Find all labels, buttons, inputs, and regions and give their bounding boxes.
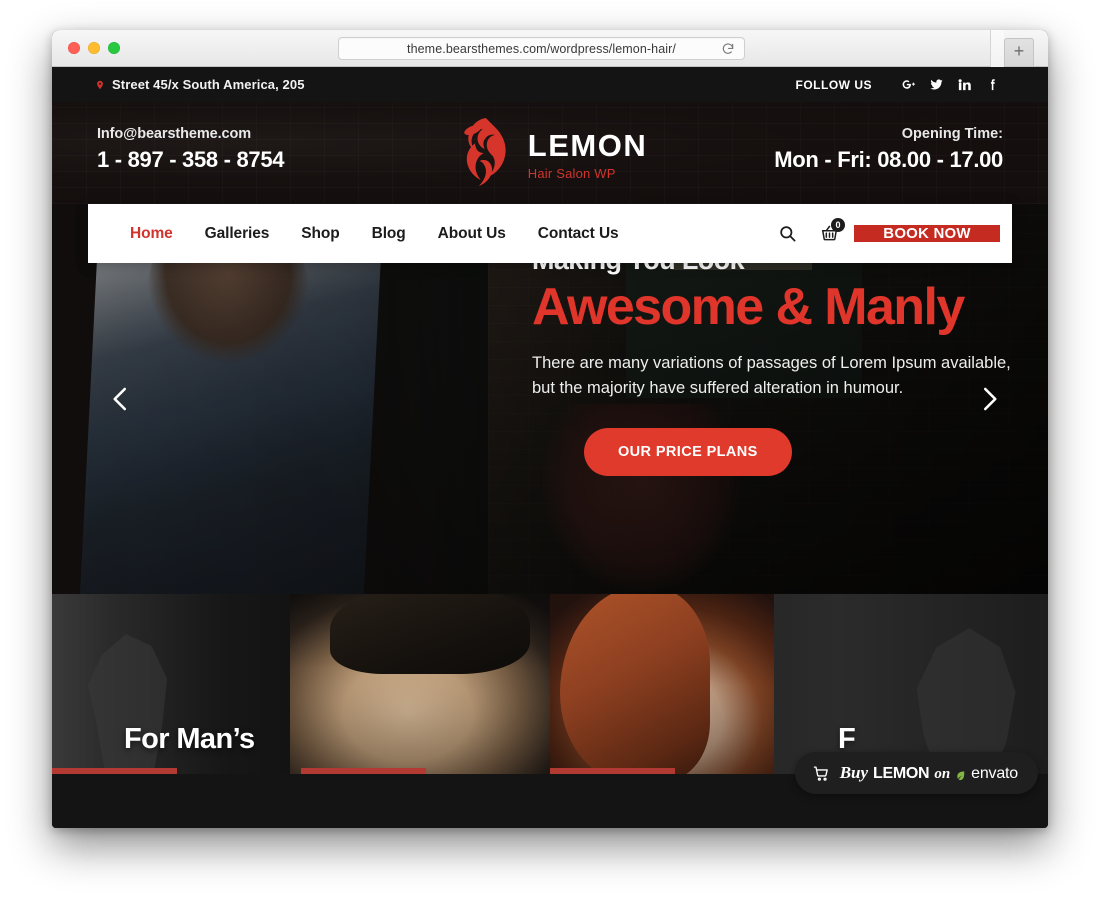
hero-title: Awesome & Manly: [532, 277, 965, 336]
site-logo-tagline: Hair Salon WP: [527, 166, 616, 181]
envato-on-word: on: [934, 766, 951, 782]
chevron-left-icon[interactable]: [100, 378, 142, 420]
nav-item-galleries[interactable]: Galleries: [189, 204, 286, 263]
woman-hair-decor: [560, 594, 710, 774]
envato-product: LEMON: [873, 765, 930, 782]
nav-item-about-us[interactable]: About Us: [422, 204, 522, 263]
stripe-4: [426, 768, 551, 774]
nav-item-shop[interactable]: Shop: [285, 204, 355, 263]
buy-on-envato-badge[interactable]: Buy LEMON on envato: [794, 752, 1038, 794]
envato-buy-word: Buy: [839, 763, 869, 782]
browser-chrome-bar: theme.bearsthemes.com/wordpress/lemon-ha…: [52, 30, 1048, 67]
stripe-1: [52, 768, 177, 774]
service-card-mans[interactable]: For Man’s: [52, 594, 550, 774]
lemon-hair-woman-logo-icon: [453, 116, 515, 188]
header-email[interactable]: Info@bearstheme.com: [97, 126, 284, 142]
envato-leaf-icon: [955, 768, 966, 780]
service-label-mans: For Man’s: [124, 723, 255, 755]
window-traffic-lights: [68, 42, 120, 54]
page-viewport: Street 45/x South America, 205 FOLLOW US: [52, 67, 1048, 828]
main-navigation: Home Galleries Shop Blog About Us Contac…: [88, 204, 1012, 263]
nav-item-contact-us[interactable]: Contact Us: [522, 204, 635, 263]
reload-icon[interactable]: [721, 42, 735, 56]
header-hours-block: Opening Time: Mon - Fri: 08.00 - 17.00: [774, 126, 1003, 173]
close-window-button[interactable]: [68, 42, 80, 54]
browser-window: theme.bearsthemes.com/wordpress/lemon-ha…: [52, 30, 1048, 828]
envato-badge-text: Buy LEMON on envato: [839, 763, 1019, 783]
stripe-2: [177, 768, 302, 774]
search-icon[interactable]: [770, 204, 804, 263]
opening-time-hours: Mon - Fri: 08.00 - 17.00: [774, 147, 1003, 172]
site-address: Street 45/x South America, 205: [95, 77, 305, 92]
man-hair-decor: [330, 594, 530, 674]
new-tab-button[interactable]: +: [1004, 38, 1034, 66]
site-logo-text: LEMON Hair Salon WP: [528, 124, 647, 180]
header-contact-block: Info@bearstheme.com 1 - 897 - 358 - 8754: [97, 126, 285, 173]
cart-icon: [813, 765, 830, 782]
google-plus-icon[interactable]: [894, 74, 922, 96]
address-bar-url: theme.bearsthemes.com/wordpress/lemon-ha…: [407, 41, 676, 56]
minimize-window-button[interactable]: [88, 42, 100, 54]
site-header-band: Info@bearstheme.com 1 - 897 - 358 - 8754…: [52, 102, 1048, 204]
our-price-plans-button[interactable]: OUR PRICE PLANS: [584, 428, 792, 477]
maximize-window-button[interactable]: [108, 42, 120, 54]
hero-description: There are many variations of passages of…: [532, 353, 1011, 397]
tab-strip-edge: [990, 30, 1004, 67]
header-phone[interactable]: 1 - 897 - 358 - 8754: [97, 147, 285, 173]
follow-us-label: FOLLOW US: [795, 77, 872, 92]
stripe-6: [675, 768, 800, 774]
social-links: FOLLOW US: [796, 74, 1007, 96]
site-logo[interactable]: LEMON Hair Salon WP: [453, 116, 647, 188]
hero-content: Making You Look Awesome & Manly There ar…: [532, 245, 1032, 477]
stripe-3: [301, 768, 426, 774]
site-top-bar: Street 45/x South America, 205 FOLLOW US: [52, 67, 1048, 102]
stripe-5: [550, 768, 675, 774]
nav-link-list: Home Galleries Shop Blog About Us Contac…: [88, 204, 635, 263]
facebook-icon[interactable]: [978, 74, 1006, 96]
cart-count-badge: 0: [831, 218, 845, 232]
nav-tools: 0 BOOK NOW: [770, 204, 1012, 263]
envato-marketplace: envato: [971, 765, 1018, 782]
services-split-section: For Man’s F: [52, 594, 1048, 774]
site-logo-name: LEMON: [527, 128, 648, 163]
shopping-basket-icon[interactable]: 0: [812, 204, 846, 263]
opening-time-label: Opening Time:: [901, 126, 1003, 142]
address-bar[interactable]: theme.bearsthemes.com/wordpress/lemon-ha…: [338, 37, 745, 60]
book-now-button[interactable]: BOOK NOW: [854, 225, 1000, 242]
service-card-womens[interactable]: F: [550, 594, 1048, 774]
chevron-right-icon[interactable]: [968, 378, 1010, 420]
linkedin-icon[interactable]: [950, 74, 978, 96]
nav-item-blog[interactable]: Blog: [356, 204, 422, 263]
nav-item-home[interactable]: Home: [114, 204, 189, 263]
location-pin-icon: [95, 78, 105, 92]
twitter-icon[interactable]: [922, 74, 950, 96]
site-address-text: Street 45/x South America, 205: [112, 77, 305, 92]
